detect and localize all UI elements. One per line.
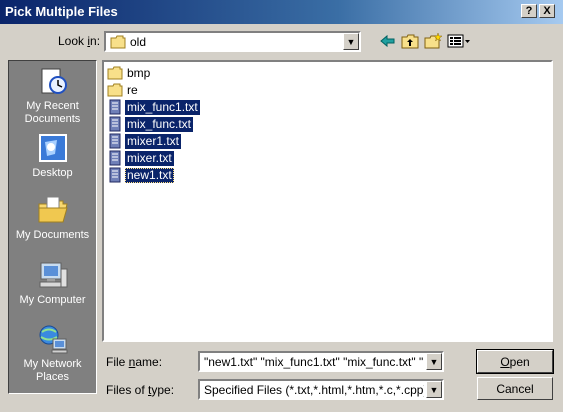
file-type-value: Specified Files (*.txt,*.html,*.htm,*.c,… — [204, 383, 424, 397]
my-documents-icon — [37, 194, 69, 226]
desktop-icon — [37, 132, 69, 164]
file-list[interactable]: bmp re mix_func1.txt mix_func.txt mixer1… — [102, 60, 553, 342]
up-folder-button[interactable] — [399, 31, 421, 51]
window-title: Pick Multiple Files — [5, 4, 118, 19]
file-name-value: "new1.txt" "mix_func1.txt" "mix_func.txt… — [204, 355, 424, 369]
look-in-dropdown[interactable]: old ▼ — [104, 31, 361, 52]
text-file-icon — [109, 167, 121, 183]
folder-icon — [107, 83, 123, 97]
place-recent-documents[interactable]: My Recent Documents — [9, 65, 96, 126]
text-file-icon — [109, 133, 121, 149]
text-file-icon — [109, 150, 121, 166]
file-type-dropdown[interactable]: Specified Files (*.txt,*.html,*.htm,*.c,… — [198, 379, 444, 400]
help-icon: ? — [525, 4, 533, 17]
recent-documents-icon — [37, 65, 69, 97]
file-name-input[interactable]: "new1.txt" "mix_func1.txt" "mix_func.txt… — [198, 351, 444, 372]
list-item[interactable]: mix_func1.txt — [107, 99, 200, 115]
chevron-down-icon[interactable]: ▼ — [343, 33, 359, 50]
close-button[interactable]: X — [539, 4, 555, 18]
view-menu-icon — [447, 34, 470, 48]
chevron-down-icon[interactable]: ▼ — [426, 353, 442, 370]
new-folder-button[interactable] — [422, 31, 444, 51]
list-item[interactable]: mixer1.txt — [107, 133, 182, 149]
text-file-icon — [109, 99, 121, 115]
network-places-icon — [37, 323, 69, 355]
open-button[interactable]: Open — [476, 349, 554, 374]
close-icon: X — [543, 4, 551, 17]
file-type-label: Files of type: — [106, 383, 175, 397]
up-folder-icon — [401, 34, 419, 49]
list-item[interactable]: bmp — [107, 65, 152, 81]
list-item[interactable]: mix_func.txt — [107, 116, 194, 132]
my-computer-icon — [37, 259, 69, 291]
new-folder-icon — [424, 33, 442, 49]
place-desktop[interactable]: Desktop — [9, 132, 96, 180]
help-button[interactable]: ? — [521, 4, 537, 18]
folder-icon — [110, 35, 126, 52]
chevron-down-icon[interactable]: ▼ — [426, 381, 442, 398]
list-item[interactable]: mixer.txt — [107, 150, 174, 166]
view-menu-button[interactable] — [446, 31, 472, 51]
place-my-documents[interactable]: My Documents — [9, 194, 96, 242]
title-bar[interactable]: Pick Multiple Files ? X — [0, 0, 563, 24]
file-name-label: File name: — [106, 355, 163, 369]
text-file-icon — [109, 116, 121, 132]
back-button[interactable] — [377, 31, 399, 51]
places-bar: My Recent Documents Desktop My Documents… — [8, 60, 97, 394]
cancel-button[interactable]: Cancel — [477, 377, 553, 400]
look-in-value: old — [130, 35, 147, 49]
look-in-label: Look in: — [58, 34, 101, 48]
folder-icon — [107, 66, 123, 80]
back-arrow-icon — [380, 34, 395, 48]
place-network-places[interactable]: My Network Places — [9, 323, 96, 384]
place-my-computer[interactable]: My Computer — [9, 259, 96, 307]
list-item[interactable]: re — [107, 82, 140, 98]
list-item[interactable]: new1.txt — [107, 167, 174, 183]
